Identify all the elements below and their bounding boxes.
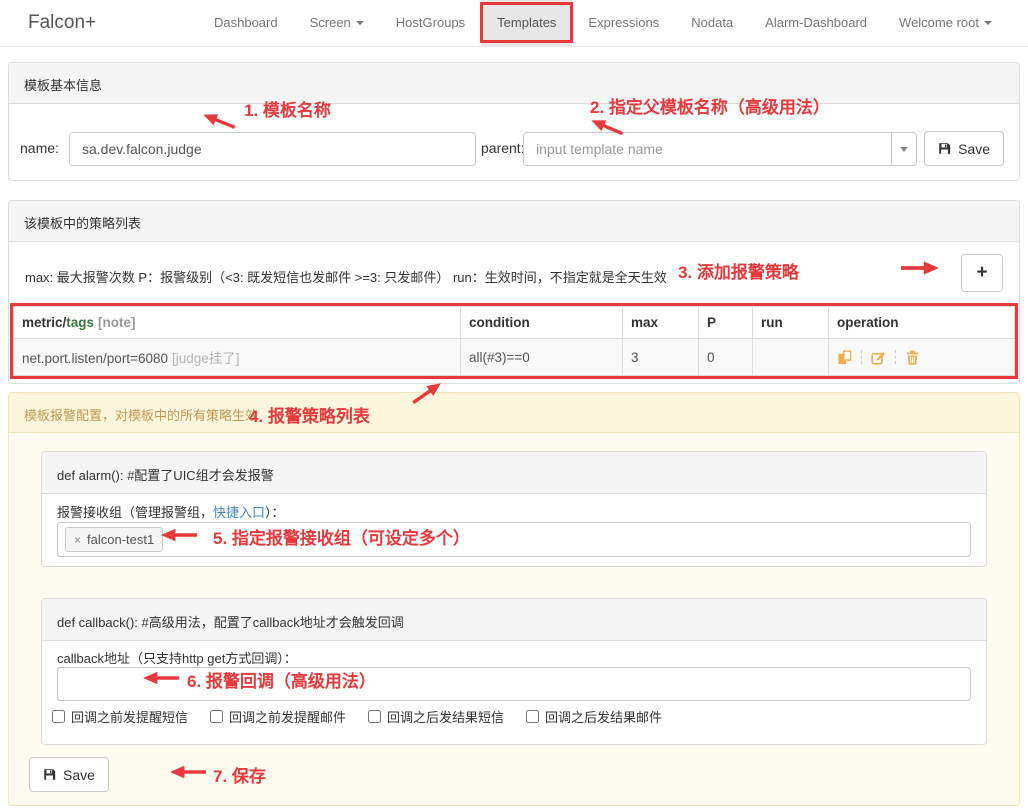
save-alarm-config-button[interactable]: Save	[29, 757, 109, 792]
strategy-table-annotation-box: metric/tags[note] condition max P run op…	[10, 303, 1018, 379]
chevron-down-icon	[984, 21, 992, 25]
annotation-arrow-icon	[170, 765, 206, 779]
receivers-label: 报警接收组（管理报警组，快捷入口）：	[57, 502, 285, 521]
brand-logo[interactable]: Falcon+	[28, 0, 96, 46]
annotation-5: 5. 指定报警接收组（可设定多个）	[213, 524, 470, 549]
nav-menu: Dashboard Screen HostGroups Templates Ex…	[198, 0, 1008, 46]
nav-item-alarm-dashboard[interactable]: Alarm-Dashboard	[749, 0, 883, 46]
callback-section: def callback(): #高级用法，配置了callback地址才会触发回…	[41, 598, 987, 745]
receiver-tag-label: falcon-test1	[87, 532, 154, 547]
strategy-hint: max: 最大报警次数 P：报警级别（<3: 既发短信也发邮件 >=3: 只发邮…	[25, 267, 667, 286]
divider	[895, 350, 896, 364]
template-name-input[interactable]	[69, 132, 476, 166]
paste-icon[interactable]	[837, 350, 852, 365]
nav-item-nodata[interactable]: Nodata	[675, 0, 749, 46]
col-run: run	[753, 307, 829, 339]
parent-label: parent:	[481, 140, 525, 156]
col-p: P	[699, 307, 753, 339]
checkbox[interactable]	[52, 710, 65, 723]
annotation-arrow-icon	[161, 528, 197, 542]
nav-item-welcome-root[interactable]: Welcome root	[883, 0, 1008, 46]
plus-icon: +	[976, 262, 987, 284]
col-condition: condition	[461, 307, 623, 339]
col-operation: operation	[829, 307, 1015, 339]
parent-template-combobox	[523, 132, 917, 166]
edit-icon[interactable]	[871, 350, 886, 365]
nav-item-templates[interactable]: Templates	[481, 0, 572, 46]
checkbox[interactable]	[526, 710, 539, 723]
checkbox-sms-after[interactable]: 回调之后发结果短信	[368, 707, 504, 726]
chevron-down-icon	[356, 21, 364, 25]
strategy-list-panel: 该模板中的策略列表 max: 最大报警次数 P：报警级别（<3: 既发短信也发邮…	[8, 200, 1020, 384]
template-info-panel: 模板基本信息 name: parent: Save	[8, 62, 1020, 181]
callback-options: 回调之前发提醒短信 回调之前发提醒邮件 回调之后发结果短信 回调之后发结果邮件	[52, 707, 662, 726]
name-label: name:	[20, 140, 59, 156]
nav-item-hostgroups[interactable]: HostGroups	[380, 0, 481, 46]
nav-item-expressions[interactable]: Expressions	[572, 0, 675, 46]
receiver-tag: × falcon-test1	[65, 527, 163, 552]
alarm-section-header: def alarm(): #配置了UIC组才会发报警	[42, 452, 986, 494]
chevron-down-icon	[900, 147, 908, 152]
page: Falcon+ Dashboard Screen HostGroups Temp…	[0, 0, 1028, 812]
navbar: Falcon+ Dashboard Screen HostGroups Temp…	[0, 0, 1028, 47]
annotation-3: 3. 添加报警策略	[678, 258, 799, 283]
floppy-icon	[43, 768, 56, 781]
trash-icon[interactable]	[905, 350, 920, 365]
annotation-1: 1. 模板名称	[244, 96, 331, 121]
cell-max: 3	[623, 339, 699, 376]
annotation-arrow-icon	[901, 261, 939, 275]
checkbox[interactable]	[368, 710, 381, 723]
checkbox-sms-before[interactable]: 回调之前发提醒短信	[52, 707, 188, 726]
cell-condition: all(#3)==0	[461, 339, 623, 376]
remove-tag-icon[interactable]: ×	[74, 534, 81, 546]
annotation-2: 2. 指定父模板名称（高级用法）	[590, 93, 830, 118]
alarm-config-panel-title: 模板报警配置，对模板中的所有策略生效	[9, 393, 1019, 433]
alarm-config-panel: 模板报警配置，对模板中的所有策略生效 def alarm(): #配置了UIC组…	[8, 392, 1020, 806]
cell-metric: net.port.listen/port=6080[judge挂了]	[14, 339, 461, 376]
checkbox-mail-after[interactable]: 回调之后发结果邮件	[526, 707, 662, 726]
divider	[861, 350, 862, 364]
strategy-table: metric/tags[note] condition max P run op…	[13, 306, 1015, 376]
nav-item-screen[interactable]: Screen	[294, 0, 380, 46]
add-strategy-button[interactable]: +	[961, 254, 1003, 292]
uic-shortcut-link[interactable]: 快捷入口	[213, 505, 265, 520]
annotation-4: 4. 报警策略列表	[249, 402, 370, 427]
checkbox[interactable]	[210, 710, 223, 723]
floppy-icon	[938, 142, 951, 155]
save-template-button[interactable]: Save	[924, 131, 1004, 166]
strategy-table-row: net.port.listen/port=6080[judge挂了] all(#…	[14, 339, 1015, 376]
template-info-panel-title: 模板基本信息	[9, 63, 1019, 104]
col-max: max	[623, 307, 699, 339]
nav-item-dashboard[interactable]: Dashboard	[198, 0, 294, 46]
annotation-7: 7. 保存	[213, 762, 266, 787]
annotation-arrow-icon	[143, 671, 179, 685]
cell-operation	[829, 339, 1015, 376]
callback-section-header: def callback(): #高级用法，配置了callback地址才会触发回…	[42, 599, 986, 641]
strategy-table-header-row: metric/tags[note] condition max P run op…	[14, 307, 1015, 339]
cell-p: 0	[699, 339, 753, 376]
col-metric-tags-note: metric/tags[note]	[14, 307, 461, 339]
cell-run	[753, 339, 829, 376]
callback-address-label: callback地址（只支持http get方式回调）：	[57, 648, 297, 667]
alarm-section: def alarm(): #配置了UIC组才会发报警 报警接收组（管理报警组，快…	[41, 451, 987, 567]
strategy-list-panel-title: 该模板中的策略列表	[9, 201, 1019, 242]
parent-dropdown-toggle[interactable]	[891, 133, 916, 165]
annotation-6: 6. 报警回调（高级用法）	[187, 667, 376, 692]
parent-template-input[interactable]	[524, 133, 891, 165]
checkbox-mail-before[interactable]: 回调之前发提醒邮件	[210, 707, 346, 726]
